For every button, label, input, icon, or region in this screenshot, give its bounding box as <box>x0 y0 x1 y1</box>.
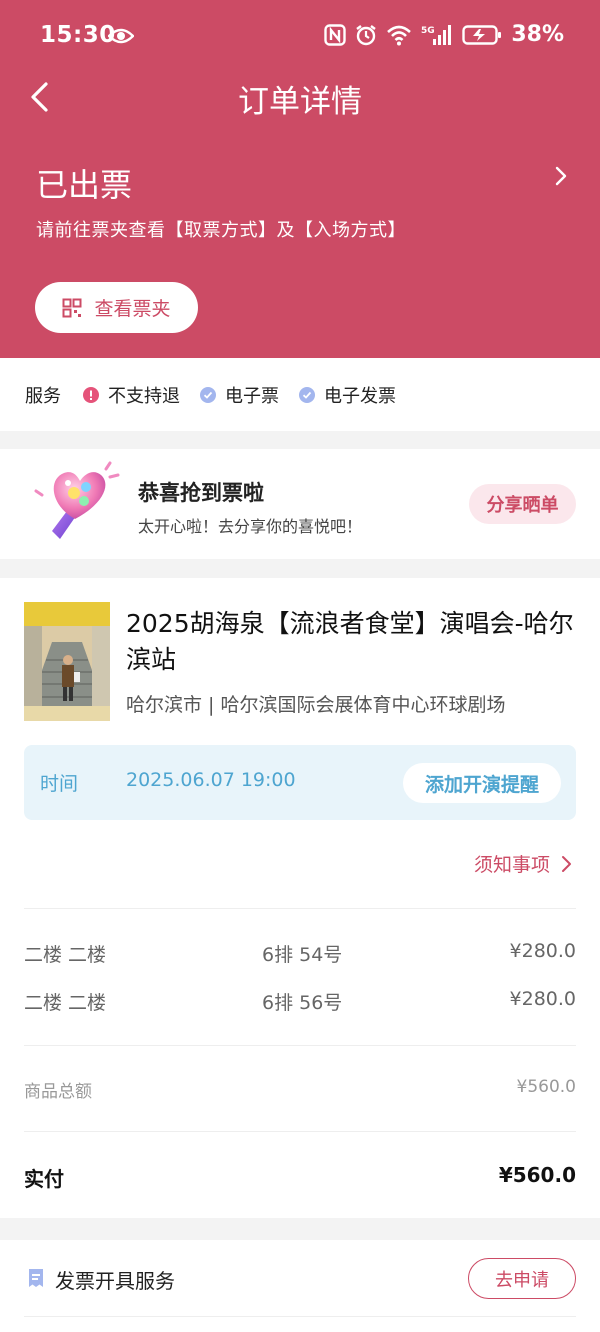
subtotal-value: ¥560.0 <box>516 1077 576 1097</box>
status-icons: 5G 38% <box>324 22 564 47</box>
eye-icon <box>108 28 134 44</box>
show-time-panel: 时间 2025.06.07 19:00 添加开演提醒 <box>24 745 576 820</box>
order-header: 15:30 5G 38% 订单详情 已出票 请前往票夹查看【取票方式】及【入场方… <box>0 0 600 358</box>
nfc-icon <box>324 23 347 46</box>
add-reminder-button[interactable]: 添加开演提醒 <box>403 763 561 803</box>
service-tags: 服务 不支持退 电子票 电子发票 <box>0 358 600 431</box>
view-ticket-wallet-button[interactable]: 查看票夹 <box>35 282 198 333</box>
page-title: 订单详情 <box>238 84 362 120</box>
show-poster-image[interactable] <box>24 602 110 721</box>
status-bar: 15:30 5G 38% <box>0 0 600 72</box>
ticket-area: 二楼 二楼 <box>24 992 107 1014</box>
view-ticket-wallet-label: 查看票夹 <box>94 298 171 320</box>
paid-label: 实付 <box>24 1167 64 1191</box>
celebration-light-stick-illustration <box>34 461 120 539</box>
check-icon <box>299 386 315 403</box>
service-no-refund-label: 不支持退 <box>108 385 180 407</box>
divider <box>24 1045 576 1046</box>
service-label: 服务 <box>25 385 61 407</box>
invoice-icon <box>29 1269 43 1287</box>
battery-icon <box>462 24 502 45</box>
divider <box>24 1316 576 1317</box>
subtotal-label: 商品总额 <box>24 1082 92 1102</box>
notice-link[interactable]: 须知事项 <box>474 850 572 877</box>
ticket-seat: 6排 56号 <box>262 992 343 1014</box>
show-time-label: 时间 <box>40 773 79 795</box>
service-e-ticket: 电子票 <box>200 382 279 408</box>
order-status-title[interactable]: 已出票 <box>36 160 132 206</box>
invoice-service-card: 发票开具服务 去申请 <box>0 1240 600 1332</box>
apply-invoice-button[interactable]: 去申请 <box>468 1258 576 1299</box>
share-order-button[interactable]: 分享晒单 <box>469 484 576 524</box>
show-venue: 哈尔滨市 | 哈尔滨国际会展体育中心环球剧场 <box>126 694 506 716</box>
ticket-area: 二楼 二楼 <box>24 944 107 966</box>
ticket-seat: 6排 54号 <box>262 944 343 966</box>
show-title[interactable]: 2025胡海泉【流浪者食堂】演唱会-哈尔滨站 <box>126 606 576 678</box>
service-no-refund: 不支持退 <box>83 382 180 408</box>
status-time: 15:30 <box>40 22 116 48</box>
divider <box>24 908 576 909</box>
check-icon <box>200 386 216 403</box>
ticket-price: ¥280.0 <box>509 988 576 1010</box>
congrats-title: 恭喜抢到票啦 <box>138 481 264 505</box>
signal-5g-icon: 5G <box>421 24 452 45</box>
battery-percent: 38% <box>511 22 564 47</box>
service-e-invoice: 电子发票 <box>299 382 396 408</box>
service-e-invoice-label: 电子发票 <box>324 385 396 407</box>
congrats-banner: 恭喜抢到票啦 太开心啦！去分享你的喜悦吧！ 分享晒单 <box>0 449 600 559</box>
svg-text:5G: 5G <box>421 26 435 36</box>
ticket-row: 二楼 二楼 6排 54号 ¥280.0 <box>24 940 576 970</box>
qr-code-icon <box>62 298 82 317</box>
show-time-value: 2025.06.07 19:00 <box>126 769 296 791</box>
divider <box>24 1131 576 1132</box>
exclamation-icon <box>83 386 99 403</box>
notice-link-label: 须知事项 <box>473 854 550 876</box>
invoice-service-label: 发票开具服务 <box>55 1269 175 1293</box>
alarm-icon <box>356 24 377 45</box>
chevron-right-icon <box>562 855 571 872</box>
chevron-right-icon[interactable] <box>552 165 570 187</box>
ticket-price: ¥280.0 <box>509 940 576 962</box>
congrats-subtitle: 太开心啦！去分享你的喜悦吧！ <box>138 517 363 536</box>
order-status-description: 请前往票夹查看【取票方式】及【入场方式】 <box>36 220 406 241</box>
nav-bar: 订单详情 <box>0 72 600 122</box>
order-detail-card: 2025胡海泉【流浪者食堂】演唱会-哈尔滨站 哈尔滨市 | 哈尔滨国际会展体育中… <box>0 578 600 1218</box>
wifi-icon <box>387 25 412 45</box>
ticket-row: 二楼 二楼 6排 56号 ¥280.0 <box>24 988 576 1018</box>
paid-value: ¥560.0 <box>498 1163 576 1187</box>
service-e-ticket-label: 电子票 <box>225 385 279 407</box>
